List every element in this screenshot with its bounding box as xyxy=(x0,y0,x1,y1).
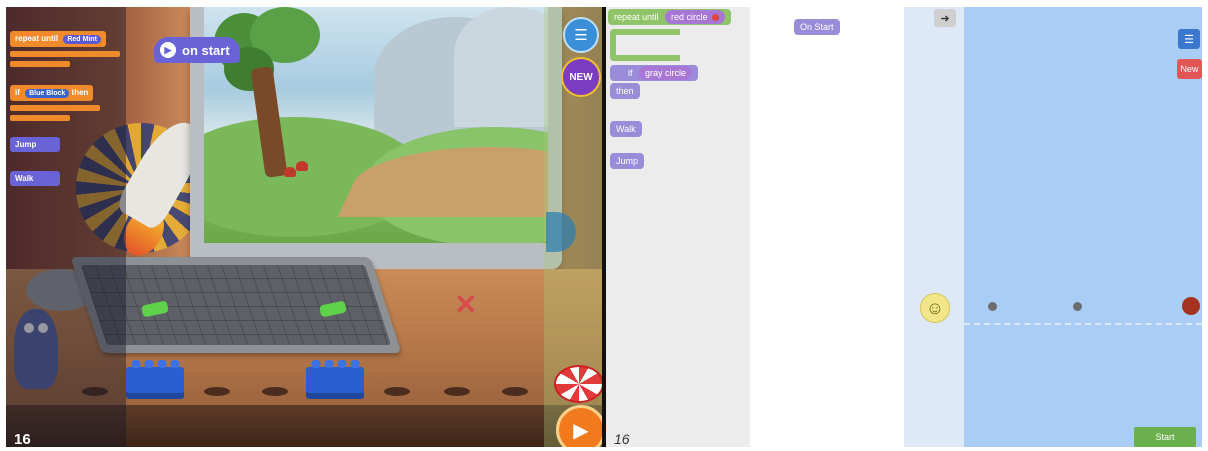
repeat-block-foot xyxy=(10,61,70,67)
if-block[interactable]: if gray circle xyxy=(610,65,699,81)
repeat-block-mouth xyxy=(610,29,680,61)
code-area-overlay xyxy=(6,7,126,447)
stage-menu-button[interactable]: ☰ xyxy=(1178,29,1200,49)
gray-circle xyxy=(1073,302,1082,311)
play-icon: ▶ xyxy=(573,419,589,442)
if-block-foot xyxy=(10,115,70,121)
path-hole xyxy=(502,387,528,396)
path-hole xyxy=(204,387,230,396)
computer-monitor xyxy=(190,7,562,269)
repeat-until-block[interactable]: repeat until red circle xyxy=(608,9,731,25)
peppermint-candy xyxy=(554,365,602,403)
stage-margin xyxy=(904,7,964,447)
collapse-stage-button[interactable]: ➜ xyxy=(934,9,956,27)
target-x-mark: ✕ xyxy=(454,289,478,320)
jump-block[interactable]: Jump xyxy=(10,137,60,152)
play-button[interactable]: ▶ xyxy=(556,405,602,447)
block-tag: gray circle xyxy=(639,66,693,80)
repeat-block-body xyxy=(10,51,120,57)
if-block-then: then xyxy=(610,83,640,99)
jump-block[interactable]: Jump xyxy=(610,153,645,169)
game-scene-panel: ✕ repeat until Red Mint if Blue Block th… xyxy=(6,7,602,447)
hamburger-menu-icon: ☰ xyxy=(1184,33,1194,46)
on-start-block[interactable]: ▶ on start xyxy=(154,37,240,63)
on-start-block[interactable]: On Start xyxy=(794,19,840,35)
hamburger-menu-icon: ☰ xyxy=(574,27,588,44)
code-workspace[interactable] xyxy=(750,7,904,447)
block-label: repeat until xyxy=(15,34,59,43)
path-hole xyxy=(444,387,470,396)
level-number: 16 xyxy=(14,431,31,447)
monitor-screen xyxy=(204,7,548,243)
walk-block[interactable]: Walk xyxy=(610,121,642,137)
code-editor-panel: repeat until red circle if gray circle t… xyxy=(606,7,1202,447)
smiley-face-icon: ☺ xyxy=(920,293,950,323)
block-tag: red circle xyxy=(665,10,725,24)
if-block-body xyxy=(10,105,100,111)
block-label: if xyxy=(628,68,633,78)
level-number: 16 xyxy=(614,431,630,447)
path-hole xyxy=(262,387,288,396)
game-stage xyxy=(964,7,1202,447)
gray-circle xyxy=(988,302,997,311)
stage-path-line xyxy=(964,323,1202,325)
menu-button[interactable]: ☰ xyxy=(563,17,599,53)
block-tag: Blue Block xyxy=(25,89,70,98)
on-start-label: on start xyxy=(182,42,230,58)
if-block[interactable]: if Blue Block then xyxy=(10,85,94,101)
block-label: if xyxy=(15,88,20,97)
play-icon: ▶ xyxy=(160,42,176,58)
block-suffix: then xyxy=(71,88,89,97)
start-button[interactable]: Start xyxy=(1134,427,1196,447)
blue-lego-block xyxy=(306,360,364,399)
walk-block[interactable]: Walk xyxy=(10,171,60,186)
stage-new-button[interactable]: New xyxy=(1177,59,1202,79)
new-button[interactable]: NEW xyxy=(561,57,601,97)
red-circle xyxy=(1182,297,1200,315)
blue-lego-block xyxy=(126,360,184,399)
block-tag: Red Mint xyxy=(63,35,101,44)
path-hole xyxy=(384,387,410,396)
arrow-right-icon: ➜ xyxy=(940,12,950,25)
repeat-until-block[interactable]: repeat until Red Mint xyxy=(10,31,106,47)
block-label: repeat until xyxy=(614,12,659,22)
